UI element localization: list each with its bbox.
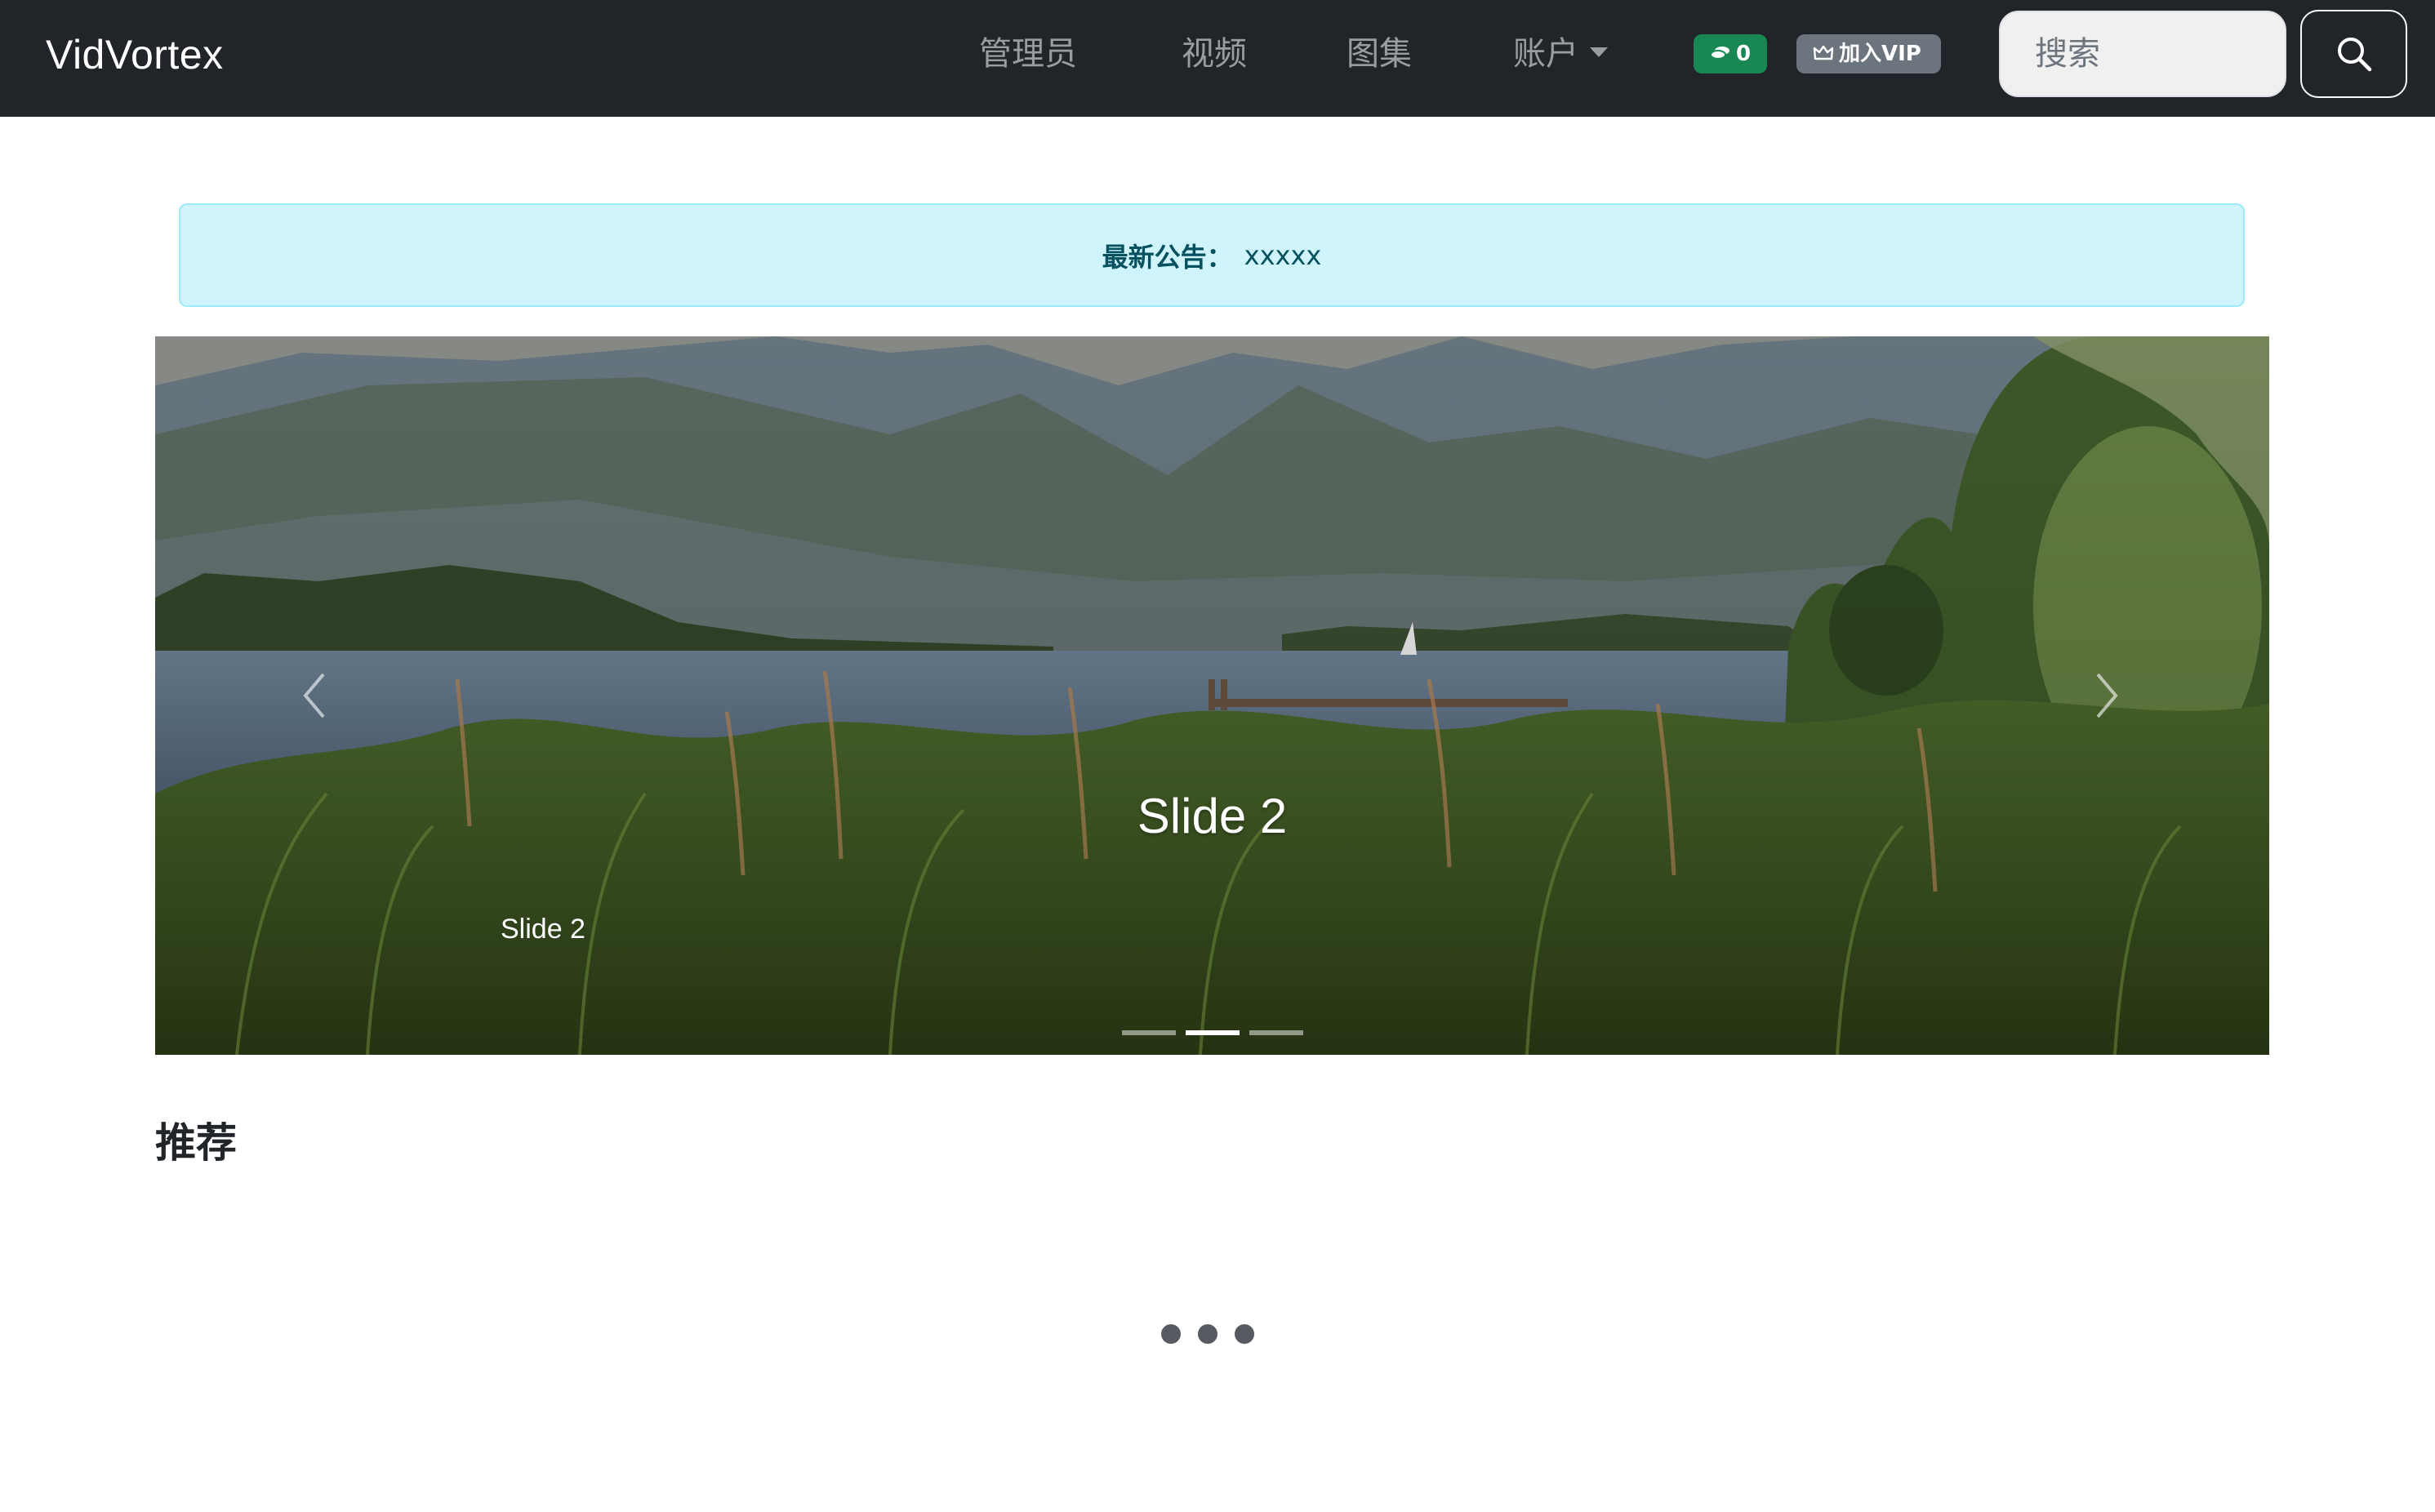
- slide-image: [155, 336, 2269, 1055]
- announcement-alert: 最新公告： xxxxx: [179, 203, 2245, 307]
- caret-down-icon: [1590, 47, 1608, 57]
- carousel-indicator-active[interactable]: [1185, 1030, 1240, 1035]
- slide-caption-title: Slide 2: [1137, 789, 1288, 843]
- slide-caption-text: Slide 2: [501, 914, 585, 945]
- nav-item-admin[interactable]: 管理员: [979, 31, 1077, 77]
- announcement-text: xxxxx: [1244, 239, 1322, 271]
- search-icon: [2337, 38, 2371, 72]
- nav-item-account-dropdown[interactable]: 账户: [1513, 31, 1608, 77]
- crown-icon: [1813, 45, 1834, 60]
- nav-item-videos[interactable]: 视频: [1182, 31, 1247, 77]
- nav-item-account-label: 账户: [1513, 35, 1578, 73]
- coins-count: 0: [1736, 42, 1752, 66]
- nav-item-albums[interactable]: 图集: [1347, 31, 1412, 77]
- carousel-indicators: [155, 1030, 2269, 1035]
- coins-icon: [1710, 46, 1729, 60]
- search-button[interactable]: [2300, 10, 2407, 98]
- chevron-right-icon: [2096, 673, 2118, 718]
- coins-badge[interactable]: 0: [1694, 34, 1767, 73]
- loading-dot: [1161, 1324, 1181, 1344]
- announcement-label: 最新公告：: [1102, 241, 1233, 273]
- image-carousel[interactable]: Slide 2 Slide 2: [155, 336, 2269, 1055]
- loading-dot: [1198, 1324, 1218, 1344]
- recommend-heading: 推荐: [155, 1119, 237, 1167]
- carousel-indicator[interactable]: [1121, 1030, 1176, 1035]
- search-input[interactable]: [1999, 11, 2286, 97]
- loading-dot: [1235, 1324, 1254, 1344]
- chevron-left-icon: [303, 673, 325, 718]
- join-vip-label: 加入VIP: [1839, 42, 1921, 66]
- navbar: VidVortex 管理员 视频 图集 账户 0 加入VIP: [0, 0, 2435, 117]
- loading-dots-icon: [1161, 1324, 1254, 1344]
- carousel-indicator[interactable]: [1249, 1030, 1303, 1035]
- carousel-next-button[interactable]: [2057, 647, 2155, 745]
- carousel-prev-button[interactable]: [266, 647, 364, 745]
- join-vip-badge[interactable]: 加入VIP: [1796, 34, 1941, 73]
- brand-logo[interactable]: VidVortex: [46, 29, 224, 80]
